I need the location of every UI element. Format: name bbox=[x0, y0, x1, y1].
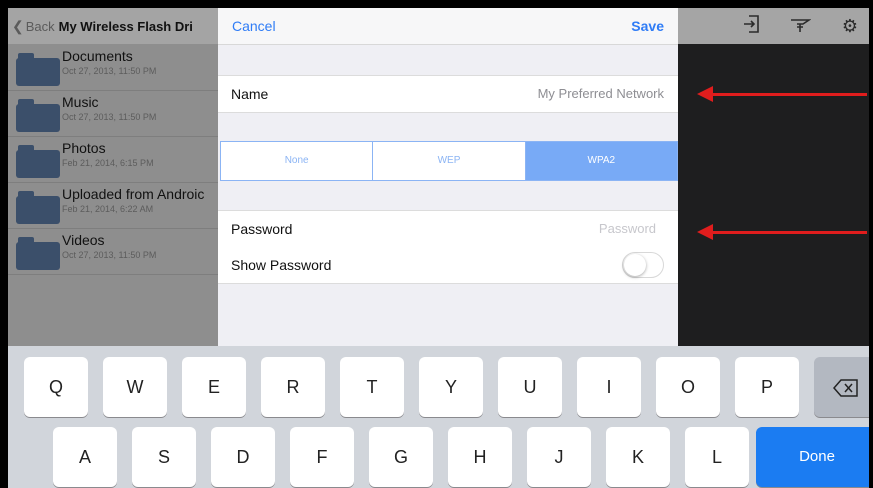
key-l[interactable]: L bbox=[685, 427, 749, 487]
key-d[interactable]: D bbox=[211, 427, 275, 487]
key-q[interactable]: Q bbox=[24, 357, 88, 417]
password-cell[interactable]: Password Password bbox=[218, 210, 678, 248]
toggle-knob bbox=[624, 254, 646, 276]
key-s[interactable]: S bbox=[132, 427, 196, 487]
gear-icon[interactable]: ⚙ bbox=[838, 14, 862, 38]
folder-date: Feb 21, 2014, 6:22 AM bbox=[62, 204, 154, 214]
key-f[interactable]: F bbox=[290, 427, 354, 487]
folder-row[interactable]: Videos Oct 27, 2013, 11:50 PM bbox=[8, 228, 218, 275]
ipad-screen: ❮ Back My Wireless Flash Dri Documents Oct… bbox=[8, 8, 869, 488]
folder-row[interactable]: Music Oct 27, 2013, 11:50 PM bbox=[8, 90, 218, 137]
done-key[interactable]: Done bbox=[756, 427, 869, 487]
key-k[interactable]: K bbox=[606, 427, 670, 487]
password-field[interactable]: Password bbox=[599, 221, 656, 236]
network-settings-form: Cancel Save Name My Preferred Network No… bbox=[218, 8, 678, 346]
folder-icon bbox=[16, 237, 60, 270]
folder-date: Oct 27, 2013, 11:50 PM bbox=[62, 66, 157, 76]
nav-title: My Wireless Flash Dri bbox=[58, 19, 193, 34]
top-toolbar: ⚙ bbox=[678, 8, 869, 44]
annotation-arrow-password bbox=[697, 224, 867, 240]
segment-wep[interactable]: WEP bbox=[373, 142, 526, 180]
import-icon[interactable] bbox=[740, 14, 764, 38]
key-t[interactable]: T bbox=[340, 357, 404, 417]
security-segmented-control[interactable]: None WEP WPA2 bbox=[220, 141, 678, 181]
back-label: Back bbox=[25, 19, 55, 34]
detail-panel bbox=[678, 8, 869, 346]
key-g[interactable]: G bbox=[369, 427, 433, 487]
antenna-icon[interactable] bbox=[788, 14, 812, 38]
folder-name: Photos bbox=[62, 140, 106, 156]
folder-row[interactable]: Uploaded from Androic Feb 21, 2014, 6:22… bbox=[8, 182, 218, 229]
segment-wpa2[interactable]: WPA2 bbox=[525, 142, 677, 180]
folder-date: Feb 21, 2014, 6:15 PM bbox=[62, 158, 154, 168]
key-j[interactable]: J bbox=[527, 427, 591, 487]
name-field[interactable]: My Preferred Network bbox=[538, 86, 664, 101]
save-button[interactable]: Save bbox=[631, 18, 664, 34]
folder-icon bbox=[16, 145, 60, 178]
backspace-key[interactable] bbox=[814, 357, 869, 417]
name-cell[interactable]: Name My Preferred Network bbox=[218, 75, 678, 113]
folder-name: Music bbox=[62, 94, 99, 110]
folder-name: Uploaded from Androic bbox=[62, 186, 205, 202]
show-password-label: Show Password bbox=[231, 257, 332, 273]
key-a[interactable]: A bbox=[53, 427, 117, 487]
folder-row[interactable]: Photos Feb 21, 2014, 6:15 PM bbox=[8, 136, 218, 183]
key-w[interactable]: W bbox=[103, 357, 167, 417]
show-password-cell: Show Password bbox=[218, 247, 678, 284]
folder-icon bbox=[16, 191, 60, 224]
key-y[interactable]: Y bbox=[419, 357, 483, 417]
folder-date: Oct 27, 2013, 11:50 PM bbox=[62, 250, 157, 260]
password-label: Password bbox=[231, 221, 293, 237]
key-p[interactable]: P bbox=[735, 357, 799, 417]
key-i[interactable]: I bbox=[577, 357, 641, 417]
chevron-left-icon: ❮ bbox=[12, 18, 24, 34]
segment-none[interactable]: None bbox=[221, 142, 374, 180]
folder-name: Documents bbox=[62, 48, 133, 64]
key-h[interactable]: H bbox=[448, 427, 512, 487]
key-e[interactable]: E bbox=[182, 357, 246, 417]
annotation-arrow-name bbox=[697, 86, 867, 102]
form-nav-bar: Cancel Save bbox=[218, 8, 678, 45]
name-label: Name bbox=[231, 86, 269, 102]
key-o[interactable]: O bbox=[656, 357, 720, 417]
folder-icon bbox=[16, 99, 60, 132]
file-browser-nav: ❮ Back My Wireless Flash Dri bbox=[8, 8, 218, 44]
file-browser-panel: ❮ Back My Wireless Flash Dri Documents Oct… bbox=[8, 8, 218, 346]
cancel-button[interactable]: Cancel bbox=[232, 18, 276, 34]
show-password-toggle[interactable] bbox=[622, 252, 664, 278]
keyboard: Q W E R T Y U I O P A S D F G H J K L Do… bbox=[8, 346, 869, 488]
key-u[interactable]: U bbox=[498, 357, 562, 417]
back-button[interactable]: ❮ Back My Wireless Flash Dri bbox=[12, 18, 193, 35]
backspace-icon bbox=[833, 377, 859, 397]
folder-icon bbox=[16, 53, 60, 86]
folder-row[interactable]: Documents Oct 27, 2013, 11:50 PM bbox=[8, 44, 218, 91]
folder-date: Oct 27, 2013, 11:50 PM bbox=[62, 112, 157, 122]
folder-name: Videos bbox=[62, 232, 105, 248]
key-r[interactable]: R bbox=[261, 357, 325, 417]
